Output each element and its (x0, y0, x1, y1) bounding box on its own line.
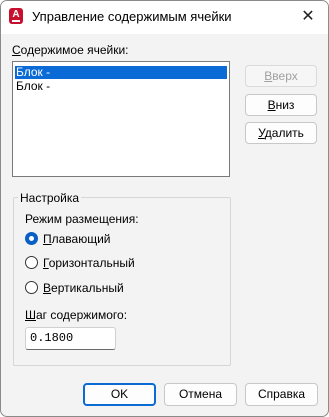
cell-content-label: Содержимое ячейки: (12, 43, 129, 57)
content-spacing-label: Шаг содержимого: (25, 308, 128, 322)
cell-content-list[interactable]: Блок - Блок - (12, 61, 230, 177)
content-spacing-input[interactable]: 0.1800 (25, 327, 116, 350)
help-button[interactable]: Справка (245, 383, 318, 406)
dialog-title: Управление содержимым ячейки (32, 9, 232, 24)
radio-vertical-label[interactable]: Вертикальный (43, 281, 124, 295)
cancel-button[interactable]: Отмена (164, 383, 237, 406)
move-down-button[interactable]: Вниз (245, 94, 317, 116)
ok-button[interactable]: OK (83, 383, 156, 406)
list-item[interactable]: Блок - (15, 66, 227, 79)
placement-mode-label: Режим размещения: (25, 212, 139, 226)
autocad-icon: A (9, 8, 23, 24)
radio-floating-label[interactable]: Плавающий (43, 232, 111, 246)
title-bar: A Управление содержимым ячейки ✕ (1, 1, 328, 34)
radio-vertical[interactable] (25, 281, 38, 294)
settings-group-title: Настройка (18, 191, 82, 205)
radio-horizontal-label[interactable]: Горизонтальный (43, 256, 135, 270)
close-icon[interactable]: ✕ (296, 7, 320, 27)
list-item[interactable]: Блок - (15, 80, 50, 93)
dialog-window: A Управление содержимым ячейки ✕ Содержи… (0, 0, 329, 417)
radio-horizontal[interactable] (25, 256, 38, 269)
delete-button[interactable]: Удалить (245, 122, 317, 144)
radio-floating[interactable] (25, 232, 38, 245)
move-up-button[interactable]: Вверх (245, 65, 317, 87)
